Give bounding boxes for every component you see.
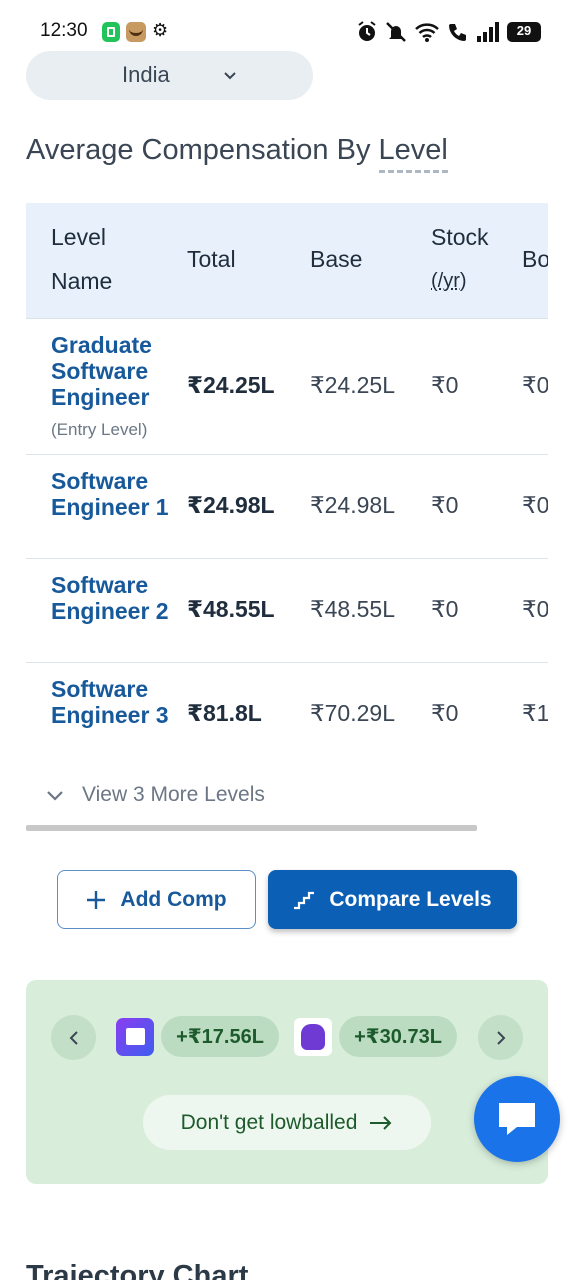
table-row[interactable]: Software Engineer 2 ₹48.55L ₹48.55L ₹0 ₹… (26, 559, 548, 663)
promo-panel: +₹17.56L +₹30.73L Don't get lowballed (26, 980, 548, 1184)
wifi-calling-icon (449, 24, 466, 41)
level-name-link[interactable]: Graduate Software Engineer (51, 332, 181, 410)
status-time: 12:30 (40, 20, 88, 41)
stock-value: ₹0 (431, 596, 459, 622)
base-value: ₹24.98L (310, 492, 395, 518)
view-more-label: View 3 More Levels (82, 783, 265, 806)
carousel-prev-button[interactable] (51, 1015, 96, 1060)
total-value: ₹48.55L (187, 596, 275, 622)
add-comp-label: Add Comp (120, 887, 227, 911)
total-value: ₹81.8L (187, 700, 262, 726)
total-value: ₹24.98L (187, 492, 275, 518)
alarm-icon (358, 21, 376, 41)
compare-levels-button[interactable]: Compare Levels (268, 870, 517, 929)
bonus-value: ₹0 (522, 372, 548, 398)
stock-value: ₹0 (431, 372, 459, 398)
carousel-next-button[interactable] (478, 1015, 523, 1060)
table-row[interactable]: Software Engineer 3 ₹81.8L ₹70.29L ₹0 ₹1 (26, 663, 548, 763)
company-logo-icon[interactable] (116, 1018, 154, 1056)
offer-pill[interactable]: +₹17.56L (161, 1016, 279, 1057)
level-name-link[interactable]: Software Engineer 3 (51, 676, 181, 728)
chat-icon (499, 1103, 535, 1135)
base-value: ₹70.29L (310, 700, 395, 726)
bonus-value: ₹1 (522, 700, 548, 726)
status-icons: 29 (356, 20, 541, 44)
app-icon (126, 22, 146, 42)
header-bonus[interactable]: Bo (522, 237, 548, 281)
header-stock-period: (/yr) (431, 270, 467, 292)
stock-value: ₹0 (431, 492, 459, 518)
header-base[interactable]: Base (310, 237, 362, 281)
plus-icon (87, 890, 106, 909)
offer-pill[interactable]: +₹30.73L (339, 1016, 457, 1057)
wifi-icon (415, 23, 439, 42)
bonus-value: ₹0 (522, 596, 548, 622)
header-stock-label: Stock (431, 224, 489, 250)
header-stock[interactable]: Stock (/yr) (431, 215, 489, 303)
trajectory-chart-title: Trajectory Chart (26, 1260, 249, 1280)
section-title: Average Compensation By Level (26, 134, 448, 173)
dont-get-lowballed-button[interactable]: Don't get lowballed (143, 1095, 431, 1150)
base-value: ₹48.55L (310, 596, 395, 622)
bonus-value: ₹0 (522, 492, 548, 518)
total-value: ₹24.25L (187, 372, 275, 398)
header-level-name[interactable]: Level Name (51, 215, 151, 303)
country-value: India (122, 62, 170, 87)
compare-levels-label: Compare Levels (329, 887, 492, 911)
chevron-down-icon (47, 791, 63, 801)
table-row[interactable]: Software Engineer 1 ₹24.98L ₹24.98L ₹0 ₹… (26, 455, 548, 559)
chat-button[interactable] (474, 1076, 560, 1162)
table-row[interactable]: Graduate Software Engineer (Entry Level)… (26, 319, 548, 455)
arrow-right-icon (370, 1115, 392, 1130)
compensation-table[interactable]: Level Name Total Base Stock (/yr) Bo Gra… (26, 203, 548, 763)
stairs-icon (294, 891, 315, 909)
mute-icon (386, 22, 406, 42)
gear-icon: ⚙ (152, 20, 169, 40)
country-select[interactable]: India (26, 51, 313, 100)
table-header: Level Name Total Base Stock (/yr) Bo (26, 203, 548, 319)
level-tooltip-link[interactable]: Level (378, 134, 448, 173)
table-horizontal-scrollbar[interactable] (26, 825, 477, 831)
level-name-link[interactable]: Software Engineer 1 (51, 468, 181, 520)
chevron-left-icon (69, 1030, 78, 1045)
chevron-right-icon (496, 1030, 505, 1045)
view-more-levels-button[interactable]: View 3 More Levels (46, 783, 265, 807)
level-note: (Entry Level) (51, 420, 148, 439)
level-name-link[interactable]: Software Engineer 2 (51, 572, 181, 624)
section-title-text: Average Compensation By (26, 134, 371, 166)
whatsapp-business-icon (102, 22, 120, 42)
add-comp-button[interactable]: Add Comp (57, 870, 256, 929)
stock-value: ₹0 (431, 700, 459, 726)
signal-icon (477, 22, 499, 42)
battery-icon: 29 (507, 22, 541, 42)
header-total[interactable]: Total (187, 237, 236, 281)
lowball-label: Don't get lowballed (180, 1110, 358, 1134)
base-value: ₹24.25L (310, 372, 395, 398)
chevron-down-icon (224, 72, 236, 80)
company-logo-icon[interactable] (294, 1018, 332, 1056)
